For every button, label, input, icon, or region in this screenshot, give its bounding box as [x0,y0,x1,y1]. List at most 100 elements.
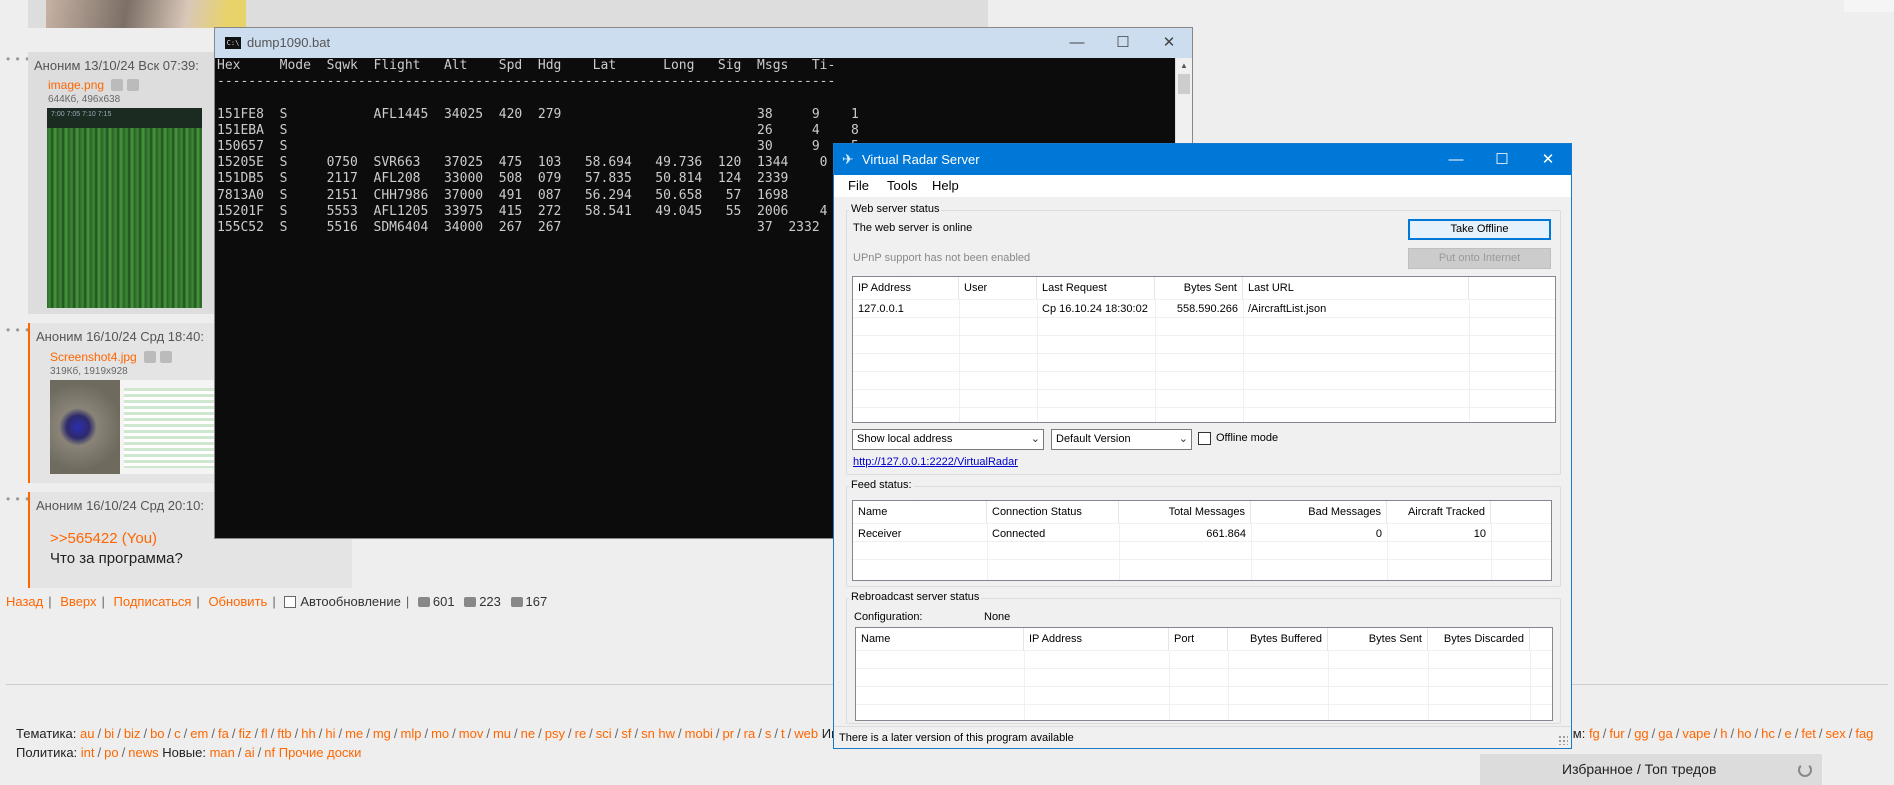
server-url-link[interactable]: http://127.0.0.1:2222/VirtualRadar [853,456,1018,468]
post-menu-dots[interactable]: • • • [6,323,30,337]
minimize-button[interactable]: — [1054,28,1100,58]
col-last-url[interactable]: Last URL [1243,277,1469,299]
col-name[interactable]: ⌃ Name [853,501,987,523]
col-bad-messages[interactable]: Bad Messages [1251,501,1387,523]
board-link[interactable]: e [1785,726,1792,741]
board-link[interactable]: man [210,745,235,760]
board-link[interactable]: fiz [238,726,251,741]
board-link[interactable]: em [190,726,208,741]
board-link[interactable]: ga [1658,726,1672,741]
board-link[interactable]: fag [1855,726,1873,741]
maximize-button[interactable]: ☐ [1100,28,1146,58]
board-link[interactable]: au [80,726,94,741]
version-combo[interactable]: Default Version ⌄ [1051,429,1192,450]
col-bytes-buffered[interactable]: Bytes Buffered [1228,628,1328,650]
offline-mode-checkbox[interactable] [1198,432,1211,445]
col-aircraft-tracked[interactable]: Aircraft Tracked [1387,501,1491,523]
board-link[interactable]: hh [301,726,315,741]
board-link[interactable]: ho [1737,726,1751,741]
board-link[interactable]: sex [1825,726,1845,741]
col-port[interactable]: Port [1169,628,1228,650]
board-link[interactable]: ai [245,745,255,760]
post-menu-dots[interactable]: • • • [6,492,30,506]
scroll-thumb[interactable] [1178,74,1190,94]
col-last-request[interactable]: Last Request [1037,277,1155,299]
board-link[interactable]: mov [459,726,484,741]
board-link[interactable]: vape [1682,726,1710,741]
close-button[interactable]: ✕ [1146,28,1192,58]
board-link[interactable]: fa [218,726,229,741]
board-link[interactable]: sn [641,726,655,741]
board-link[interactable]: gg [1634,726,1648,741]
menu-tools[interactable]: Tools [887,178,917,193]
board-link[interactable]: hi [325,726,335,741]
console-titlebar[interactable]: C:\ dump1090.bat — ☐ ✕ [215,28,1192,58]
address-combo[interactable]: Show local address ⌄ [852,429,1044,450]
board-link[interactable]: mu [493,726,511,741]
vrs-titlebar[interactable]: ✈ Virtual Radar Server — ☐ ✕ [834,144,1571,175]
board-link[interactable]: ftb [277,726,291,741]
board-link[interactable]: hc [1761,726,1775,741]
other-boards-link[interactable]: Прочие доски [279,745,362,760]
board-link[interactable]: nf [264,745,275,760]
post-menu-dots[interactable]: • • • [6,52,30,66]
menu-file[interactable]: File [848,178,869,193]
board-link[interactable]: s [765,726,772,741]
take-offline-button[interactable]: Take Offline [1408,219,1551,240]
file-link[interactable]: image.png [48,78,104,92]
board-link[interactable]: biz [124,726,141,741]
board-link[interactable]: int [81,745,95,760]
board-link[interactable]: psy [545,726,565,741]
board-link[interactable]: fg [1589,726,1600,741]
board-link[interactable]: c [174,726,181,741]
board-link[interactable]: t [781,726,785,741]
board-link[interactable]: news [128,745,158,760]
board-link[interactable]: sci [596,726,612,741]
post-file[interactable]: image.png [48,78,140,92]
spectrogram-image[interactable]: 7:00 7:05 7:10 7:15 [47,108,202,308]
col-bytes-discarded[interactable]: Bytes Discarded [1428,628,1530,650]
board-link[interactable]: bi [104,726,114,741]
search-icon[interactable] [111,79,124,91]
board-link[interactable]: re [575,726,587,741]
col-connection-status[interactable]: Connection Status [987,501,1119,523]
feed-list[interactable]: ⌃ Name Connection Status Total Messages B… [852,500,1552,581]
rebroadcast-list[interactable]: ⌃ Name IP Address Port Bytes Buffered Byt… [855,627,1553,721]
board-link[interactable]: bo [150,726,164,741]
menu-help[interactable]: Help [932,178,959,193]
search-icon[interactable] [144,351,157,363]
autoupdate-checkbox[interactable] [284,596,297,608]
col-ip-address[interactable]: IP Address [1024,628,1169,650]
minimize-button[interactable]: — [1433,144,1479,175]
board-link[interactable]: ne [521,726,535,741]
col-user[interactable]: User [959,277,1037,299]
board-link[interactable]: web [794,726,818,741]
col-total-messages[interactable]: Total Messages [1119,501,1251,523]
file-link[interactable]: Screenshot4.jpg [50,350,137,364]
refresh-link[interactable]: Обновить [208,594,267,609]
refresh-icon[interactable] [1798,763,1812,777]
maximize-button[interactable]: ☐ [1479,144,1525,175]
col-name[interactable]: ⌃ Name [856,628,1024,650]
favorites-bar[interactable]: Избранное / Топ тредов [1480,754,1822,785]
board-link[interactable]: po [104,745,118,760]
scroll-up-icon[interactable]: ▲ [1176,58,1192,74]
download-icon[interactable] [127,79,140,91]
board-link[interactable]: mobi [685,726,713,741]
board-link[interactable]: mo [431,726,449,741]
board-link[interactable]: h [1720,726,1727,741]
board-link[interactable]: fet [1801,726,1815,741]
up-link[interactable]: Вверх [60,594,96,609]
board-link[interactable]: mlp [401,726,422,741]
col-ip-address[interactable]: ⌃ IP Address [853,277,959,299]
board-link[interactable]: sf [621,726,631,741]
download-icon[interactable] [160,351,173,363]
board-link[interactable]: hw [658,726,675,741]
board-link[interactable]: fur [1609,726,1624,741]
board-link[interactable]: mg [373,726,391,741]
col-bytes-sent[interactable]: Bytes Sent [1328,628,1428,650]
back-link[interactable]: Назад [6,594,43,609]
put-online-button[interactable]: Put onto Internet [1408,248,1551,269]
close-button[interactable]: ✕ [1525,144,1571,175]
board-link[interactable]: me [345,726,363,741]
